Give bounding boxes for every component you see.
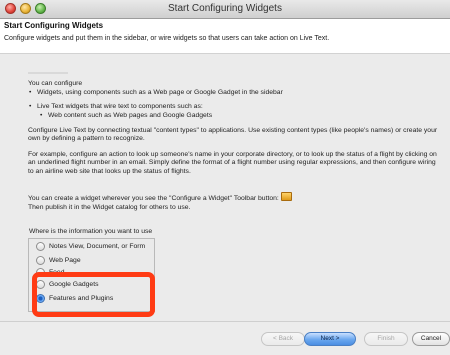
page-description: Configure widgets and put them in the si… (4, 35, 330, 42)
back-button[interactable]: < Back (261, 332, 305, 346)
intro-text: You can configure (28, 80, 83, 87)
wizard-header: Start Configuring Widgets Configure widg… (0, 19, 450, 54)
paragraph-example: For example, configure an action to look… (28, 151, 437, 175)
paragraph-live-text: Configure Live Text by connecting textua… (28, 127, 438, 143)
configure-widget-icon (280, 192, 292, 201)
next-button[interactable]: Next > (304, 332, 356, 346)
divider (28, 72, 68, 74)
radio-icon[interactable] (36, 242, 45, 251)
toolbar-text: You can create a widget wherever you see… (28, 195, 279, 202)
paragraph-toolbar: You can create a widget wherever you see… (28, 192, 443, 203)
bullet-widgets: Widgets, using components such as a Web … (29, 89, 437, 98)
title-bar: Start Configuring Widgets (0, 0, 450, 19)
radio-icon[interactable] (36, 256, 45, 265)
highlight-annotation (32, 272, 155, 317)
finish-button[interactable]: Finish (364, 332, 408, 346)
source-question: Where is the information you want to use (29, 228, 153, 235)
cancel-button[interactable]: Cancel (412, 332, 450, 346)
bullet-web-content: Web content such as Web pages and Google… (40, 112, 438, 121)
bullet-live-text: Live Text widgets that wire text to comp… (29, 103, 437, 112)
paragraph-publish: Then publish it in the Widget catalog fo… (28, 204, 191, 211)
page-title: Start Configuring Widgets (4, 21, 104, 30)
window-title: Start Configuring Widgets (168, 3, 282, 14)
